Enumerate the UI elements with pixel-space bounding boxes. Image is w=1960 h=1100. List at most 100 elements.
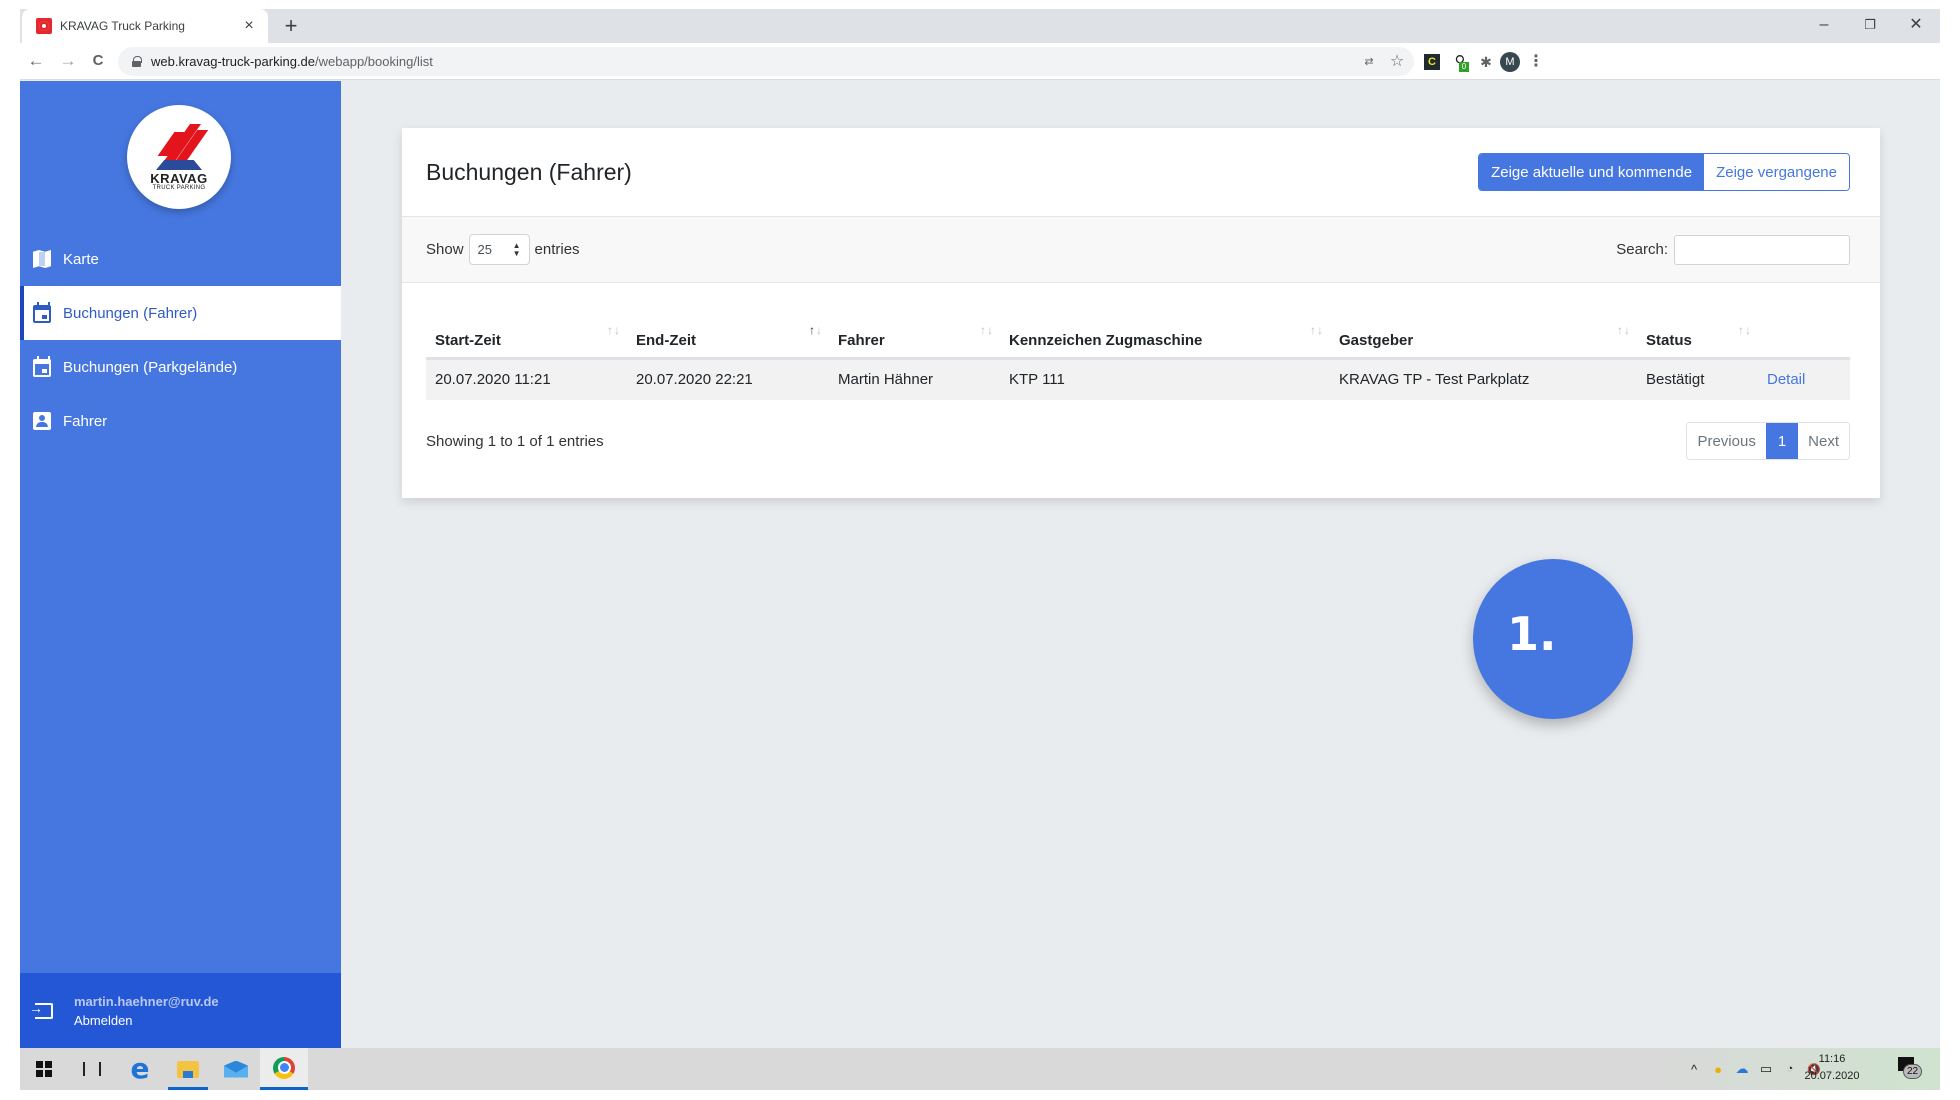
show-current-upcoming-button[interactable]: Zeige aktuelle und kommende (1479, 154, 1705, 190)
logo-text: KRAVAG (150, 171, 208, 186)
sidebar-item-buchungen-fahrer[interactable]: Buchungen (Fahrer) (20, 286, 341, 340)
step-number-bubble: 1. (1473, 559, 1633, 719)
forward-arrow-icon[interactable]: → (56, 49, 80, 73)
taskbar-mail[interactable] (212, 1048, 260, 1090)
cell-start-zeit: 20.07.2020 11:21 (426, 358, 627, 400)
browser-menu-icon[interactable]: ⋮ (1526, 52, 1546, 72)
clock-time: 11:16 (1818, 1053, 1846, 1065)
table-info: Showing 1 to 1 of 1 entries (426, 432, 604, 450)
show-label: Show (426, 241, 464, 258)
windows-taskbar: e ^ ● ☁ ▭ ◔ 🔇 11:16 20.07.2020 22 (20, 1048, 1940, 1090)
mail-icon (224, 1060, 248, 1078)
screen: KRAVAG Truck Parking × + – ❐ ✕ ← → C web… (20, 9, 1940, 1090)
detail-link[interactable]: Detail (1758, 358, 1850, 400)
cell-kennzeichen: KTP 111 (1000, 358, 1330, 400)
start-button[interactable] (20, 1048, 68, 1090)
column-header-fahrer[interactable]: Fahrer ↑↓ (829, 309, 1000, 360)
reload-icon[interactable]: C (86, 49, 110, 73)
select-updown-icon: ▲ ▼ (512, 240, 521, 258)
show-hidden-icons-chevron[interactable]: ^ (1685, 1062, 1703, 1077)
column-header-end-zeit[interactable]: End-Zeit ↑↓ (627, 309, 829, 360)
new-tab-button[interactable]: + (278, 13, 304, 39)
tab-close-icon[interactable]: × (240, 17, 258, 35)
sidebar-item-label: Karte (63, 250, 99, 268)
column-header-gastgeber[interactable]: Gastgeber ↑↓ (1330, 309, 1637, 360)
pagination: Previous 1 Next (1686, 422, 1850, 460)
file-explorer-icon (177, 1060, 199, 1078)
cell-fahrer: Martin Hähner (829, 358, 1000, 400)
calendar-icon (33, 302, 51, 323)
window-minimize-button[interactable]: – (1801, 9, 1847, 43)
cell-status: Bestätigt (1637, 358, 1758, 400)
browser-tab[interactable]: KRAVAG Truck Parking × (22, 9, 268, 43)
sort-ascending-icon: ↑↓ (809, 323, 823, 337)
browser-tab-strip: KRAVAG Truck Parking × + – ❐ ✕ (20, 9, 1940, 43)
taskbar-clock[interactable]: 11:16 20.07.2020 (1795, 1051, 1869, 1085)
entries-label: entries (534, 241, 580, 258)
edge-icon: e (130, 1052, 150, 1085)
sidebar: KRAVAG TRUCK PARKING Karte Buchungen (Fa… (20, 81, 341, 1048)
battery-icon[interactable]: ▭ (1757, 1061, 1775, 1077)
calendar-icon (33, 356, 51, 377)
taskbar-file-explorer[interactable] (164, 1048, 212, 1090)
kravag-favicon-icon (36, 18, 52, 34)
bookmark-star-icon[interactable]: ☆ (1388, 53, 1406, 71)
cell-end-zeit: 20.07.2020 22:21 (627, 358, 829, 400)
pagination-previous[interactable]: Previous (1687, 423, 1766, 459)
lock-icon (132, 56, 142, 67)
url-host: web.kravag-truck-parking.de (151, 54, 316, 69)
show-past-button[interactable]: Zeige vergangene (1704, 154, 1849, 190)
table-row: 20.07.2020 11:21 20.07.2020 22:21 Martin… (426, 358, 1850, 400)
back-arrow-icon[interactable]: ← (24, 49, 48, 73)
sync-ok-icon[interactable]: ● (1709, 1062, 1727, 1077)
pagination-next[interactable]: Next (1798, 423, 1849, 459)
onedrive-error-icon[interactable]: ☁ (1733, 1061, 1751, 1077)
logout-icon[interactable] (29, 1000, 53, 1019)
search-input[interactable] (1674, 234, 1850, 265)
sort-icon: ↑↓ (1738, 323, 1752, 337)
kravag-logo[interactable]: KRAVAG TRUCK PARKING (127, 105, 231, 209)
bookings-table: Start-Zeit ↑↓ End-Zeit ↑↓ Fahrer ↑↓ Kenn… (426, 309, 1850, 400)
extension-search-icon[interactable]: ⚲ 0 (1450, 52, 1470, 72)
person-card-icon (33, 412, 51, 430)
column-header-status[interactable]: Status ↑↓ (1637, 309, 1758, 360)
card-header: Buchungen (Fahrer) Zeige aktuelle und ko… (402, 128, 1880, 217)
table-search: Search: (1616, 234, 1850, 265)
tab-title: KRAVAG Truck Parking (60, 19, 185, 33)
browser-toolbar: ← → C web.kravag-truck-parking.de/webapp… (20, 43, 1940, 80)
sort-icon: ↑↓ (1310, 323, 1324, 337)
extensions-puzzle-icon[interactable]: ✱ (1476, 52, 1496, 72)
column-header-kennzeichen[interactable]: Kennzeichen Zugmaschine ↑↓ (1000, 309, 1330, 360)
action-center-button[interactable]: 22 (1896, 1056, 1922, 1082)
sidebar-footer: martin.haehner@ruv.de Abmelden (20, 973, 341, 1048)
taskbar-chrome[interactable] (260, 1048, 308, 1090)
task-view-button[interactable] (68, 1048, 116, 1090)
extension-badge: 0 (1459, 62, 1469, 72)
translate-icon[interactable]: ⇄ (1360, 53, 1378, 71)
logout-link[interactable]: Abmelden (74, 1013, 219, 1028)
logo-mark-icon (154, 122, 209, 170)
taskbar-edge[interactable]: e (116, 1048, 164, 1090)
table-header-row: Start-Zeit ↑↓ End-Zeit ↑↓ Fahrer ↑↓ Kenn… (426, 309, 1850, 360)
pagination-page-1[interactable]: 1 (1765, 423, 1799, 459)
entries-per-page-select[interactable]: 25 ▲ ▼ (468, 234, 530, 265)
column-header-start-zeit[interactable]: Start-Zeit ↑↓ (426, 309, 627, 360)
profile-avatar[interactable]: M (1500, 52, 1520, 72)
sidebar-nav: Karte Buchungen (Fahrer) Buchungen (Park… (20, 232, 341, 448)
sort-icon: ↑↓ (980, 323, 994, 337)
sidebar-item-buchungen-parkgelaende[interactable]: Buchungen (Parkgelände) (20, 340, 341, 394)
search-label: Search: (1616, 241, 1668, 258)
sidebar-item-label: Buchungen (Fahrer) (63, 304, 198, 322)
window-close-button[interactable]: ✕ (1893, 9, 1939, 43)
sidebar-item-fahrer[interactable]: Fahrer (20, 394, 341, 448)
extension-c-icon[interactable]: C (1424, 54, 1440, 70)
window-restore-button[interactable]: ❐ (1847, 9, 1893, 43)
address-bar[interactable]: web.kravag-truck-parking.de/webapp/booki… (118, 47, 1414, 76)
map-icon (33, 250, 51, 268)
sidebar-item-karte[interactable]: Karte (20, 232, 341, 286)
entries-length-control: Show 25 ▲ ▼ entries (426, 234, 580, 265)
url-path: /webapp/booking/list (315, 54, 433, 69)
chrome-icon (273, 1056, 295, 1079)
clock-date: 20.07.2020 (1804, 1070, 1860, 1082)
task-view-icon (83, 1062, 101, 1076)
